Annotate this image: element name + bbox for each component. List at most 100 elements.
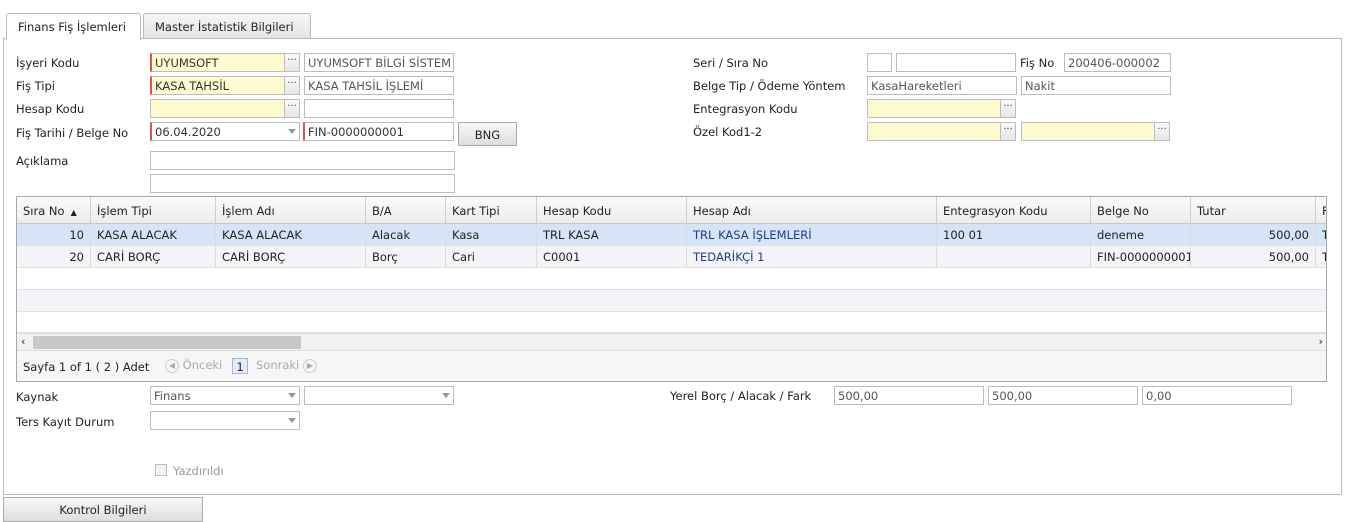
sort-up-icon: ▲ <box>70 208 77 217</box>
hesap-kodu-input[interactable] <box>150 99 285 118</box>
cell-hesap-adi-link[interactable]: TEDARİKÇİ 1 <box>687 246 937 268</box>
tab-master-istatistik[interactable]: Master İstatistik Bilgileri <box>143 13 311 39</box>
kaynak-label: Kaynak <box>16 390 59 404</box>
yazdirildi-label: Yazdırıldı <box>173 464 224 478</box>
cell-kart-tipi: Kasa <box>446 224 537 246</box>
aciklama-input-2[interactable] <box>150 174 455 193</box>
page-number-button[interactable]: 1 <box>232 358 248 374</box>
fis-tipi-input[interactable]: KASA TAHSİL <box>150 76 285 95</box>
fis-tarihi-datepicker[interactable]: 06.04.2020 <box>150 122 300 141</box>
table-row[interactable]: 10 KASA ALACAK KASA ALACAK Alacak Kasa T… <box>17 224 1326 246</box>
fis-tipi-lookup-button[interactable]: ··· <box>284 76 300 95</box>
chevron-left-icon: ◀ <box>165 358 179 373</box>
belge-tip-input[interactable]: KasaHareketleri <box>867 76 1017 95</box>
ters-kayit-select[interactable] <box>150 411 300 430</box>
yerel-borc-input[interactable]: 500,00 <box>834 386 984 405</box>
ozel-kod-label: Özel Kod1-2 <box>693 125 763 139</box>
fis-tarihi-value: 06.04.2020 <box>155 125 221 139</box>
col-tutar[interactable]: Tutar <box>1191 197 1316 224</box>
cell-belge-no: deneme <box>1091 224 1191 246</box>
next-page-label: Sonraki <box>256 358 300 372</box>
chevron-down-icon <box>442 393 450 398</box>
belge-no-input[interactable]: FIN-0000000001 <box>303 122 454 141</box>
cell-islem-adi: KASA ALACAK <box>216 224 366 246</box>
col-hesap-kodu[interactable]: Hesap Kodu <box>537 197 687 224</box>
kontrol-bilgileri-button[interactable]: Kontrol Bilgileri <box>3 497 203 522</box>
cell-ba: Alacak <box>366 224 446 246</box>
fis-no-input[interactable]: 200406-000002 <box>1064 53 1171 72</box>
sira-input[interactable] <box>896 53 1016 72</box>
col-sira-no[interactable]: Sıra No ▲ <box>17 197 91 224</box>
kaynak-select[interactable]: Finans <box>150 386 300 405</box>
cell-tutar: 500,00 <box>1191 246 1316 268</box>
seri-sira-label: Seri / Sıra No <box>693 56 769 70</box>
col-entegrasyon-kodu[interactable]: Entegrasyon Kodu <box>937 197 1091 224</box>
isyeri-kodu-input[interactable]: UYUMSOFT <box>150 53 285 72</box>
chevron-down-icon <box>288 129 296 134</box>
prev-page-button[interactable]: ◀ Önceki <box>165 358 222 373</box>
chevron-down-icon <box>288 393 296 398</box>
odeme-yontem-input[interactable]: Nakit <box>1021 76 1171 95</box>
col-ba[interactable]: B/A <box>366 197 446 224</box>
cell-ba: Borç <box>366 246 446 268</box>
isyeri-kodu-desc: UYUMSOFT BİLGİ SİSTEM <box>304 53 454 72</box>
isyeri-kodu-label: İşyeri Kodu <box>16 56 80 70</box>
ozel-kod2-input[interactable] <box>1021 122 1155 141</box>
hesap-kodu-label: Hesap Kodu <box>16 102 85 116</box>
cell-sira-no: 10 <box>17 224 91 246</box>
yazdirildi-checkbox[interactable] <box>155 464 167 476</box>
cell-entegrasyon: 100 01 <box>937 224 1091 246</box>
cell-extra: T <box>1316 246 1326 268</box>
col-sira-no-label: Sıra No <box>23 204 65 218</box>
seri-input[interactable] <box>867 53 892 72</box>
cell-islem-tipi: KASA ALACAK <box>91 224 216 246</box>
yerel-alacak-input[interactable]: 500,00 <box>988 386 1138 405</box>
bng-button[interactable]: BNG <box>458 122 517 146</box>
cell-entegrasyon <box>937 246 1091 268</box>
kaynak-value: Finans <box>154 389 191 403</box>
cell-tutar: 500,00 <box>1191 224 1316 246</box>
entegrasyon-kodu-input[interactable] <box>867 99 1001 118</box>
yerel-fark-input[interactable]: 0,00 <box>1142 386 1292 405</box>
cell-hesap-adi-link[interactable]: TRL KASA İŞLEMLERİ <box>687 224 937 246</box>
table-row[interactable]: 20 CARİ BORÇ CARİ BORÇ Borç Cari C0001 T… <box>17 246 1326 268</box>
detail-grid: Sıra No ▲ İşlem Tipi İşlem Adı B/A Kart T… <box>16 196 1327 382</box>
scroll-left-icon[interactable]: ‹ <box>21 335 25 348</box>
col-hesap-adi[interactable]: Hesap Adı <box>687 197 937 224</box>
kaynak-select-2[interactable] <box>304 386 454 405</box>
hesap-kodu-lookup-button[interactable]: ··· <box>284 99 300 118</box>
chevron-right-icon: ▶ <box>302 358 317 373</box>
entegrasyon-lookup-button[interactable]: ··· <box>1000 99 1016 118</box>
col-belge-no[interactable]: Belge No <box>1091 197 1191 224</box>
col-islem-tipi[interactable]: İşlem Tipi <box>91 197 216 224</box>
isyeri-kodu-lookup-button[interactable]: ··· <box>284 53 300 72</box>
cell-hesap-kodu: C0001 <box>537 246 687 268</box>
fis-tipi-desc: KASA TAHSİL İŞLEMİ <box>304 76 454 95</box>
cell-islem-adi: CARİ BORÇ <box>216 246 366 268</box>
prev-page-label: Önceki <box>182 358 223 372</box>
col-islem-adi[interactable]: İşlem Adı <box>216 197 366 224</box>
scroll-right-icon[interactable]: › <box>1319 335 1323 348</box>
col-kart-tipi[interactable]: Kart Tipi <box>446 197 537 224</box>
chevron-down-icon <box>288 418 296 423</box>
empty-row <box>17 268 1326 290</box>
pager-text: Sayfa 1 of 1 ( 2 ) Adet <box>23 360 150 374</box>
entegrasyon-kodu-label: Entegrasyon Kodu <box>693 102 798 116</box>
col-extra[interactable]: F <box>1316 197 1326 224</box>
ozel-kod2-lookup-button[interactable]: ··· <box>1154 122 1170 141</box>
horizontal-scrollbar[interactable]: ‹ › <box>17 333 1326 350</box>
cell-extra: T <box>1316 224 1326 246</box>
grid-pager: Sayfa 1 of 1 ( 2 ) Adet ◀ Önceki 1 Sonra… <box>17 350 1326 381</box>
cell-sira-no: 20 <box>17 246 91 268</box>
cell-belge-no: FIN-0000000001 <box>1091 246 1191 268</box>
next-page-button[interactable]: Sonraki ▶ <box>256 358 317 373</box>
grid-header: Sıra No ▲ İşlem Tipi İşlem Adı B/A Kart T… <box>17 197 1326 224</box>
empty-row <box>17 290 1326 312</box>
ozel-kod1-lookup-button[interactable]: ··· <box>1000 122 1016 141</box>
scrollbar-thumb[interactable] <box>33 336 301 349</box>
ozel-kod1-input[interactable] <box>867 122 1001 141</box>
aciklama-label: Açıklama <box>16 154 69 168</box>
tab-finans-fis-islemleri[interactable]: Finans Fiş İşlemleri <box>6 13 141 40</box>
aciklama-input-1[interactable] <box>150 151 455 170</box>
cell-hesap-kodu: TRL KASA <box>537 224 687 246</box>
